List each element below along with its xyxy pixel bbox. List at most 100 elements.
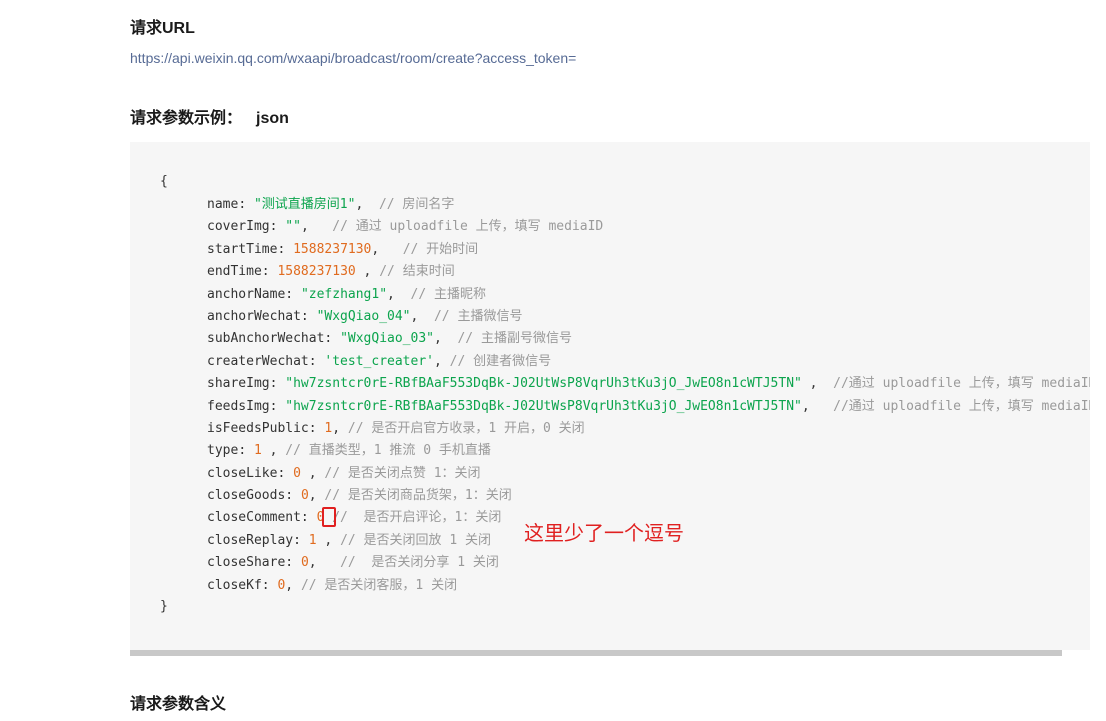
code-key: anchorName bbox=[207, 286, 286, 302]
code-comment: // 主播微信号 bbox=[433, 308, 523, 324]
code-comment: // 通过 uploadfile 上传，填写 mediaID bbox=[332, 219, 604, 235]
code-punct: , bbox=[433, 331, 458, 347]
code-punct: : bbox=[269, 376, 286, 392]
code-comment: // 结束时间 bbox=[379, 264, 455, 280]
code-key: startTime bbox=[207, 241, 278, 257]
code-line: shareImg: "hw7zsntcr0rE-RBfBAaF553DqBk-J… bbox=[207, 373, 1090, 395]
code-string: "WxgQiao_04" bbox=[316, 308, 411, 324]
code-key: closeShare bbox=[207, 555, 286, 571]
code-line: anchorName: "zefzhang1", // 主播昵称 bbox=[207, 284, 1090, 306]
code-line: endTime: 1588237130 , // 结束时间 bbox=[207, 261, 1090, 283]
code-line: closeLike: 0 , // 是否关闭点赞 1：关闭 bbox=[207, 463, 1090, 485]
code-comment: // 是否关闭客服，1 关闭 bbox=[300, 577, 458, 593]
code-key: shareImg bbox=[207, 376, 270, 392]
code-punct: : bbox=[261, 264, 278, 280]
code-punct: , bbox=[387, 286, 411, 302]
code-key: name bbox=[207, 197, 239, 212]
request-example-label: 请求参数示例： bbox=[130, 110, 243, 127]
code-number: 0 bbox=[300, 555, 309, 571]
code-key: closeComment bbox=[207, 510, 301, 526]
code-comment: // 是否开启评论，1：关闭 bbox=[332, 510, 502, 526]
code-comment: // 主播副号微信号 bbox=[457, 331, 572, 347]
code-comment: // 创建者微信号 bbox=[449, 353, 552, 369]
code-punct: : bbox=[261, 577, 278, 593]
code-number: 0 bbox=[293, 465, 301, 481]
code-punct: : bbox=[308, 353, 325, 369]
code-key: type bbox=[207, 443, 239, 459]
code-punct: : bbox=[293, 532, 309, 548]
request-params-meaning-heading: 请求参数含义 bbox=[130, 696, 227, 713]
code-punct: : bbox=[300, 510, 317, 526]
code-line: type: 1 , // 直播类型，1 推流 0 手机直播 bbox=[207, 440, 1090, 462]
code-punct: , bbox=[355, 264, 380, 280]
code-key: createrWechat bbox=[207, 353, 309, 369]
code-key: closeGoods bbox=[207, 488, 286, 504]
code-punct: , bbox=[433, 353, 450, 369]
missing-comma-highlight-box bbox=[322, 507, 336, 527]
code-punct: , bbox=[410, 308, 434, 324]
code-string: "hw7zsntcr0rE-RBfBAaF553DqBk-J02UtWsP8Vq… bbox=[285, 398, 802, 414]
code-comment: // 直播类型，1 推流 0 手机直播 bbox=[285, 443, 491, 459]
missing-comma-annotation: 这里少了一个逗号 bbox=[524, 523, 684, 545]
code-line: createrWechat: 'test_creater', // 创建者微信号 bbox=[207, 351, 1090, 373]
code-punct: , bbox=[261, 443, 286, 459]
request-url-heading: 请求URL bbox=[130, 20, 195, 37]
code-number: 1588237130 bbox=[277, 264, 356, 280]
code-punct: : bbox=[277, 465, 294, 481]
code-punct: : bbox=[285, 286, 301, 302]
close-brace: } bbox=[160, 599, 168, 614]
code-number: 1 bbox=[308, 532, 317, 548]
code-line: closeGoods: 0, // 是否关闭商品货架，1：关闭 bbox=[207, 485, 1090, 507]
code-punct: , bbox=[801, 398, 834, 414]
code-line: anchorWechat: "WxgQiao_04", // 主播微信号 bbox=[207, 306, 1090, 328]
code-line: coverImg: "", // 通过 uploadfile 上传，填写 med… bbox=[207, 216, 1090, 238]
code-punct: , bbox=[300, 219, 333, 235]
code-punct: : bbox=[324, 331, 341, 347]
code-punct: , bbox=[308, 555, 341, 571]
code-punct: : bbox=[308, 420, 325, 436]
code-comment: // 是否关闭回放 1 关闭 bbox=[340, 532, 492, 548]
code-key: closeLike bbox=[207, 465, 278, 481]
code-line: feedsImg: "hw7zsntcr0rE-RBfBAaF553DqBk-J… bbox=[207, 396, 1090, 418]
code-punct: , bbox=[308, 488, 325, 504]
code-key: closeKf bbox=[207, 577, 262, 593]
code-number: 1 bbox=[253, 443, 262, 459]
code-punct: , bbox=[332, 420, 348, 436]
code-punct: , bbox=[285, 577, 301, 593]
code-punct: , bbox=[801, 376, 834, 392]
code-string: "hw7zsntcr0rE-RBfBAaF553DqBk-J02UtWsP8Vq… bbox=[285, 376, 802, 392]
code-punct: : bbox=[238, 443, 254, 459]
code-comment: // 开始时间 bbox=[402, 241, 479, 257]
code-punct: , bbox=[371, 241, 403, 257]
code-punct: : bbox=[300, 308, 317, 324]
code-line: closeKf: 0, // 是否关闭客服，1 关闭 bbox=[207, 575, 1090, 597]
request-example-format: json bbox=[256, 110, 289, 127]
code-string: "zefzhang1" bbox=[300, 286, 388, 302]
code-punct: : bbox=[238, 197, 254, 212]
code-comment: // 是否关闭点赞 1：关闭 bbox=[324, 465, 481, 481]
code-punct: : bbox=[269, 219, 286, 235]
code-number: 0 bbox=[300, 488, 309, 504]
code-string: "" bbox=[285, 219, 301, 235]
code-comment: // 是否开启官方收录，1 开启，0 关闭 bbox=[347, 420, 585, 436]
code-punct: : bbox=[285, 488, 301, 504]
code-line: closeShare: 0, // 是否关闭分享 1 关闭 bbox=[207, 552, 1090, 574]
code-key: coverImg bbox=[207, 219, 270, 235]
code-punct: : bbox=[269, 398, 286, 414]
code-comment: //通过 uploadfile 上传，填写 mediaID bbox=[833, 376, 1090, 392]
code-string: "测试直播房间1" bbox=[253, 197, 356, 212]
code-number: 1588237130 bbox=[293, 241, 372, 257]
horizontal-scrollbar[interactable] bbox=[130, 650, 1062, 656]
code-key: isFeedsPublic bbox=[207, 420, 309, 436]
code-punct: , bbox=[355, 197, 379, 212]
code-key: endTime bbox=[207, 264, 262, 280]
request-example-heading: 请求参数示例： json bbox=[130, 104, 289, 128]
code-key: anchorWechat bbox=[207, 308, 301, 324]
code-key: subAnchorWechat bbox=[207, 331, 325, 347]
code-punct: : bbox=[285, 555, 301, 571]
code-key: feedsImg bbox=[207, 398, 270, 414]
code-string: "WxgQiao_03" bbox=[340, 331, 434, 347]
code-comment: // 是否关闭商品货架，1：关闭 bbox=[324, 488, 512, 504]
code-string: 'test_creater' bbox=[324, 353, 434, 369]
request-url-text[interactable]: https://api.weixin.qq.com/wxaapi/broadca… bbox=[130, 50, 576, 66]
